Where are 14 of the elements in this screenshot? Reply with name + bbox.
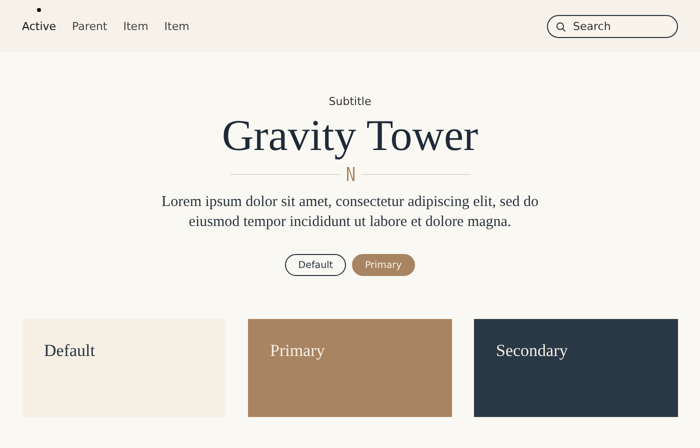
intro-paragraph: Lorem ipsum dolor sit amet, consectetur adipiscing elit, sed do eiusmod tempor incididunt ut labore et dolore magna. (160, 193, 540, 232)
ornament-icon (346, 166, 354, 182)
card-title: Default (44, 341, 95, 360)
nav-item[interactable]: Parent (72, 8, 108, 32)
nav-item[interactable]: Active (22, 8, 56, 32)
nav-item[interactable]: Item (123, 8, 148, 32)
default-button[interactable]: Default (285, 254, 346, 276)
subtitle: Subtitle (328, 95, 372, 108)
card-title: Secondary (496, 341, 568, 360)
page-title: Gravity Tower (222, 112, 478, 160)
nav-item[interactable]: Item (164, 8, 190, 32)
card-title: Primary (270, 341, 325, 360)
search-field[interactable]: Search (547, 14, 678, 38)
search-icon (556, 22, 566, 32)
